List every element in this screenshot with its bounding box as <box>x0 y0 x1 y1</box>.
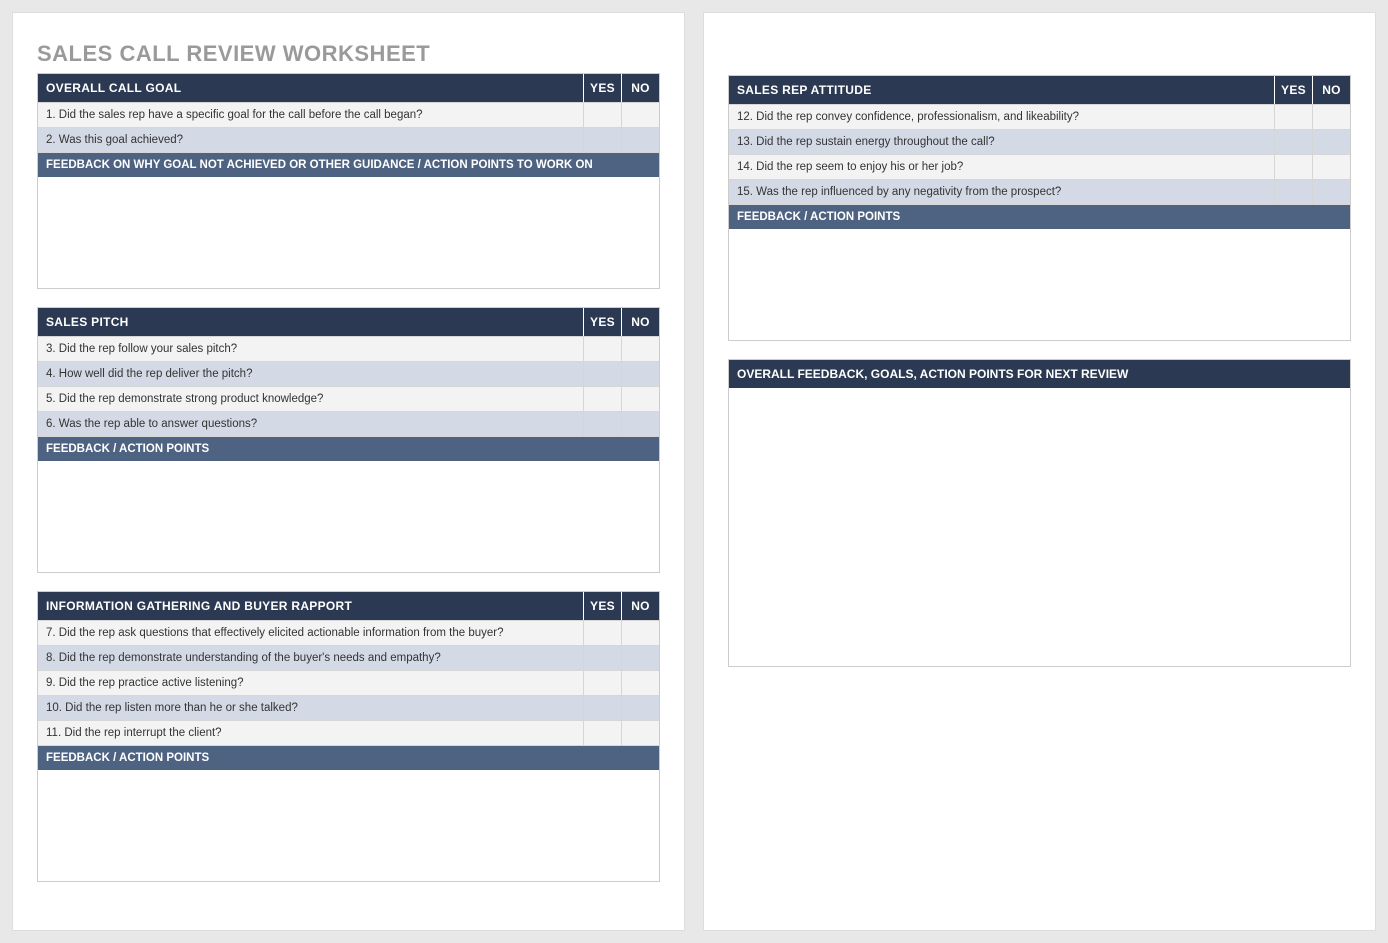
answer-no-cell[interactable] <box>621 103 659 127</box>
answer-no-cell[interactable] <box>1312 180 1350 204</box>
feedback-header: FEEDBACK / ACTION POINTS <box>38 745 659 770</box>
question-text: 7. Did the rep ask questions that effect… <box>38 621 583 645</box>
question-text: 13. Did the rep sustain energy throughou… <box>729 130 1274 154</box>
feedback-header: FEEDBACK / ACTION POINTS <box>729 204 1350 229</box>
answer-yes-cell[interactable] <box>583 671 621 695</box>
column-yes: YES <box>583 592 621 620</box>
question-text: 1. Did the sales rep have a specific goa… <box>38 103 583 127</box>
answer-yes-cell[interactable] <box>1274 105 1312 129</box>
worksheet-title: SALES CALL REVIEW WORKSHEET <box>37 41 660 67</box>
column-no: NO <box>621 74 659 102</box>
question-row: 6. Was the rep able to answer questions? <box>38 411 659 436</box>
question-row: 11. Did the rep interrupt the client? <box>38 720 659 745</box>
answer-yes-cell[interactable] <box>583 721 621 745</box>
answer-yes-cell[interactable] <box>583 621 621 645</box>
question-text: 3. Did the rep follow your sales pitch? <box>38 337 583 361</box>
column-no: NO <box>621 308 659 336</box>
column-yes: YES <box>583 308 621 336</box>
question-text: 9. Did the rep practice active listening… <box>38 671 583 695</box>
answer-no-cell[interactable] <box>621 362 659 386</box>
answer-yes-cell[interactable] <box>583 337 621 361</box>
section-header-label: SALES PITCH <box>38 308 583 336</box>
answer-no-cell[interactable] <box>1312 155 1350 179</box>
answer-yes-cell[interactable] <box>583 103 621 127</box>
page-right: SALES REP ATTITUDE YES NO 12. Did the re… <box>703 12 1376 931</box>
question-row: 8. Did the rep demonstrate understanding… <box>38 645 659 670</box>
question-row: 7. Did the rep ask questions that effect… <box>38 620 659 645</box>
answer-yes-cell[interactable] <box>1274 130 1312 154</box>
overall-feedback-header: OVERALL FEEDBACK, GOALS, ACTION POINTS F… <box>729 360 1350 388</box>
section-header-attitude: SALES REP ATTITUDE YES NO <box>729 76 1350 104</box>
question-text: 2. Was this goal achieved? <box>38 128 583 152</box>
section-overall-feedback: OVERALL FEEDBACK, GOALS, ACTION POINTS F… <box>728 359 1351 667</box>
feedback-input-sales-pitch[interactable] <box>38 461 659 569</box>
question-row: 1. Did the sales rep have a specific goa… <box>38 102 659 127</box>
question-text: 11. Did the rep interrupt the client? <box>38 721 583 745</box>
page-left: SALES CALL REVIEW WORKSHEET OVERALL CALL… <box>12 12 685 931</box>
section-info-gathering: INFORMATION GATHERING AND BUYER RAPPORT … <box>37 591 660 882</box>
column-yes: YES <box>583 74 621 102</box>
answer-no-cell[interactable] <box>621 387 659 411</box>
answer-no-cell[interactable] <box>621 128 659 152</box>
question-text: 4. How well did the rep deliver the pitc… <box>38 362 583 386</box>
answer-yes-cell[interactable] <box>1274 180 1312 204</box>
question-row: 5. Did the rep demonstrate strong produc… <box>38 386 659 411</box>
section-sales-pitch: SALES PITCH YES NO 3. Did the rep follow… <box>37 307 660 573</box>
question-text: 12. Did the rep convey confidence, profe… <box>729 105 1274 129</box>
page-top-spacer <box>728 31 1351 75</box>
section-attitude: SALES REP ATTITUDE YES NO 12. Did the re… <box>728 75 1351 341</box>
answer-no-cell[interactable] <box>621 646 659 670</box>
question-text: 15. Was the rep influenced by any negati… <box>729 180 1274 204</box>
feedback-input-attitude[interactable] <box>729 229 1350 337</box>
answer-yes-cell[interactable] <box>583 362 621 386</box>
answer-yes-cell[interactable] <box>583 387 621 411</box>
answer-yes-cell[interactable] <box>583 646 621 670</box>
answer-no-cell[interactable] <box>621 671 659 695</box>
feedback-header: FEEDBACK / ACTION POINTS <box>38 436 659 461</box>
section-header-label: SALES REP ATTITUDE <box>729 76 1274 104</box>
question-row: 12. Did the rep convey confidence, profe… <box>729 104 1350 129</box>
answer-yes-cell[interactable] <box>583 696 621 720</box>
answer-no-cell[interactable] <box>621 696 659 720</box>
question-row: 4. How well did the rep deliver the pitc… <box>38 361 659 386</box>
question-row: 2. Was this goal achieved? <box>38 127 659 152</box>
overall-feedback-input[interactable] <box>729 388 1350 663</box>
answer-no-cell[interactable] <box>621 412 659 436</box>
feedback-header: FEEDBACK ON WHY GOAL NOT ACHIEVED OR OTH… <box>38 152 659 177</box>
question-row: 10. Did the rep listen more than he or s… <box>38 695 659 720</box>
answer-yes-cell[interactable] <box>583 128 621 152</box>
question-text: 8. Did the rep demonstrate understanding… <box>38 646 583 670</box>
answer-yes-cell[interactable] <box>583 412 621 436</box>
section-header-label: OVERALL CALL GOAL <box>38 74 583 102</box>
section-header-sales-pitch: SALES PITCH YES NO <box>38 308 659 336</box>
question-row: 15. Was the rep influenced by any negati… <box>729 179 1350 204</box>
worksheet-container: SALES CALL REVIEW WORKSHEET OVERALL CALL… <box>12 12 1376 931</box>
question-row: 9. Did the rep practice active listening… <box>38 670 659 695</box>
question-text: 5. Did the rep demonstrate strong produc… <box>38 387 583 411</box>
section-header-label: INFORMATION GATHERING AND BUYER RAPPORT <box>38 592 583 620</box>
section-overall-goal: OVERALL CALL GOAL YES NO 1. Did the sale… <box>37 73 660 289</box>
feedback-input-overall-goal[interactable] <box>38 177 659 285</box>
column-no: NO <box>1312 76 1350 104</box>
section-header-info-gathering: INFORMATION GATHERING AND BUYER RAPPORT … <box>38 592 659 620</box>
answer-no-cell[interactable] <box>1312 130 1350 154</box>
question-row: 3. Did the rep follow your sales pitch? <box>38 336 659 361</box>
answer-no-cell[interactable] <box>1312 105 1350 129</box>
answer-no-cell[interactable] <box>621 337 659 361</box>
column-no: NO <box>621 592 659 620</box>
feedback-input-info-gathering[interactable] <box>38 770 659 878</box>
question-text: 14. Did the rep seem to enjoy his or her… <box>729 155 1274 179</box>
answer-yes-cell[interactable] <box>1274 155 1312 179</box>
question-row: 14. Did the rep seem to enjoy his or her… <box>729 154 1350 179</box>
answer-no-cell[interactable] <box>621 621 659 645</box>
section-header-overall-goal: OVERALL CALL GOAL YES NO <box>38 74 659 102</box>
answer-no-cell[interactable] <box>621 721 659 745</box>
column-yes: YES <box>1274 76 1312 104</box>
question-row: 13. Did the rep sustain energy throughou… <box>729 129 1350 154</box>
question-text: 10. Did the rep listen more than he or s… <box>38 696 583 720</box>
question-text: 6. Was the rep able to answer questions? <box>38 412 583 436</box>
